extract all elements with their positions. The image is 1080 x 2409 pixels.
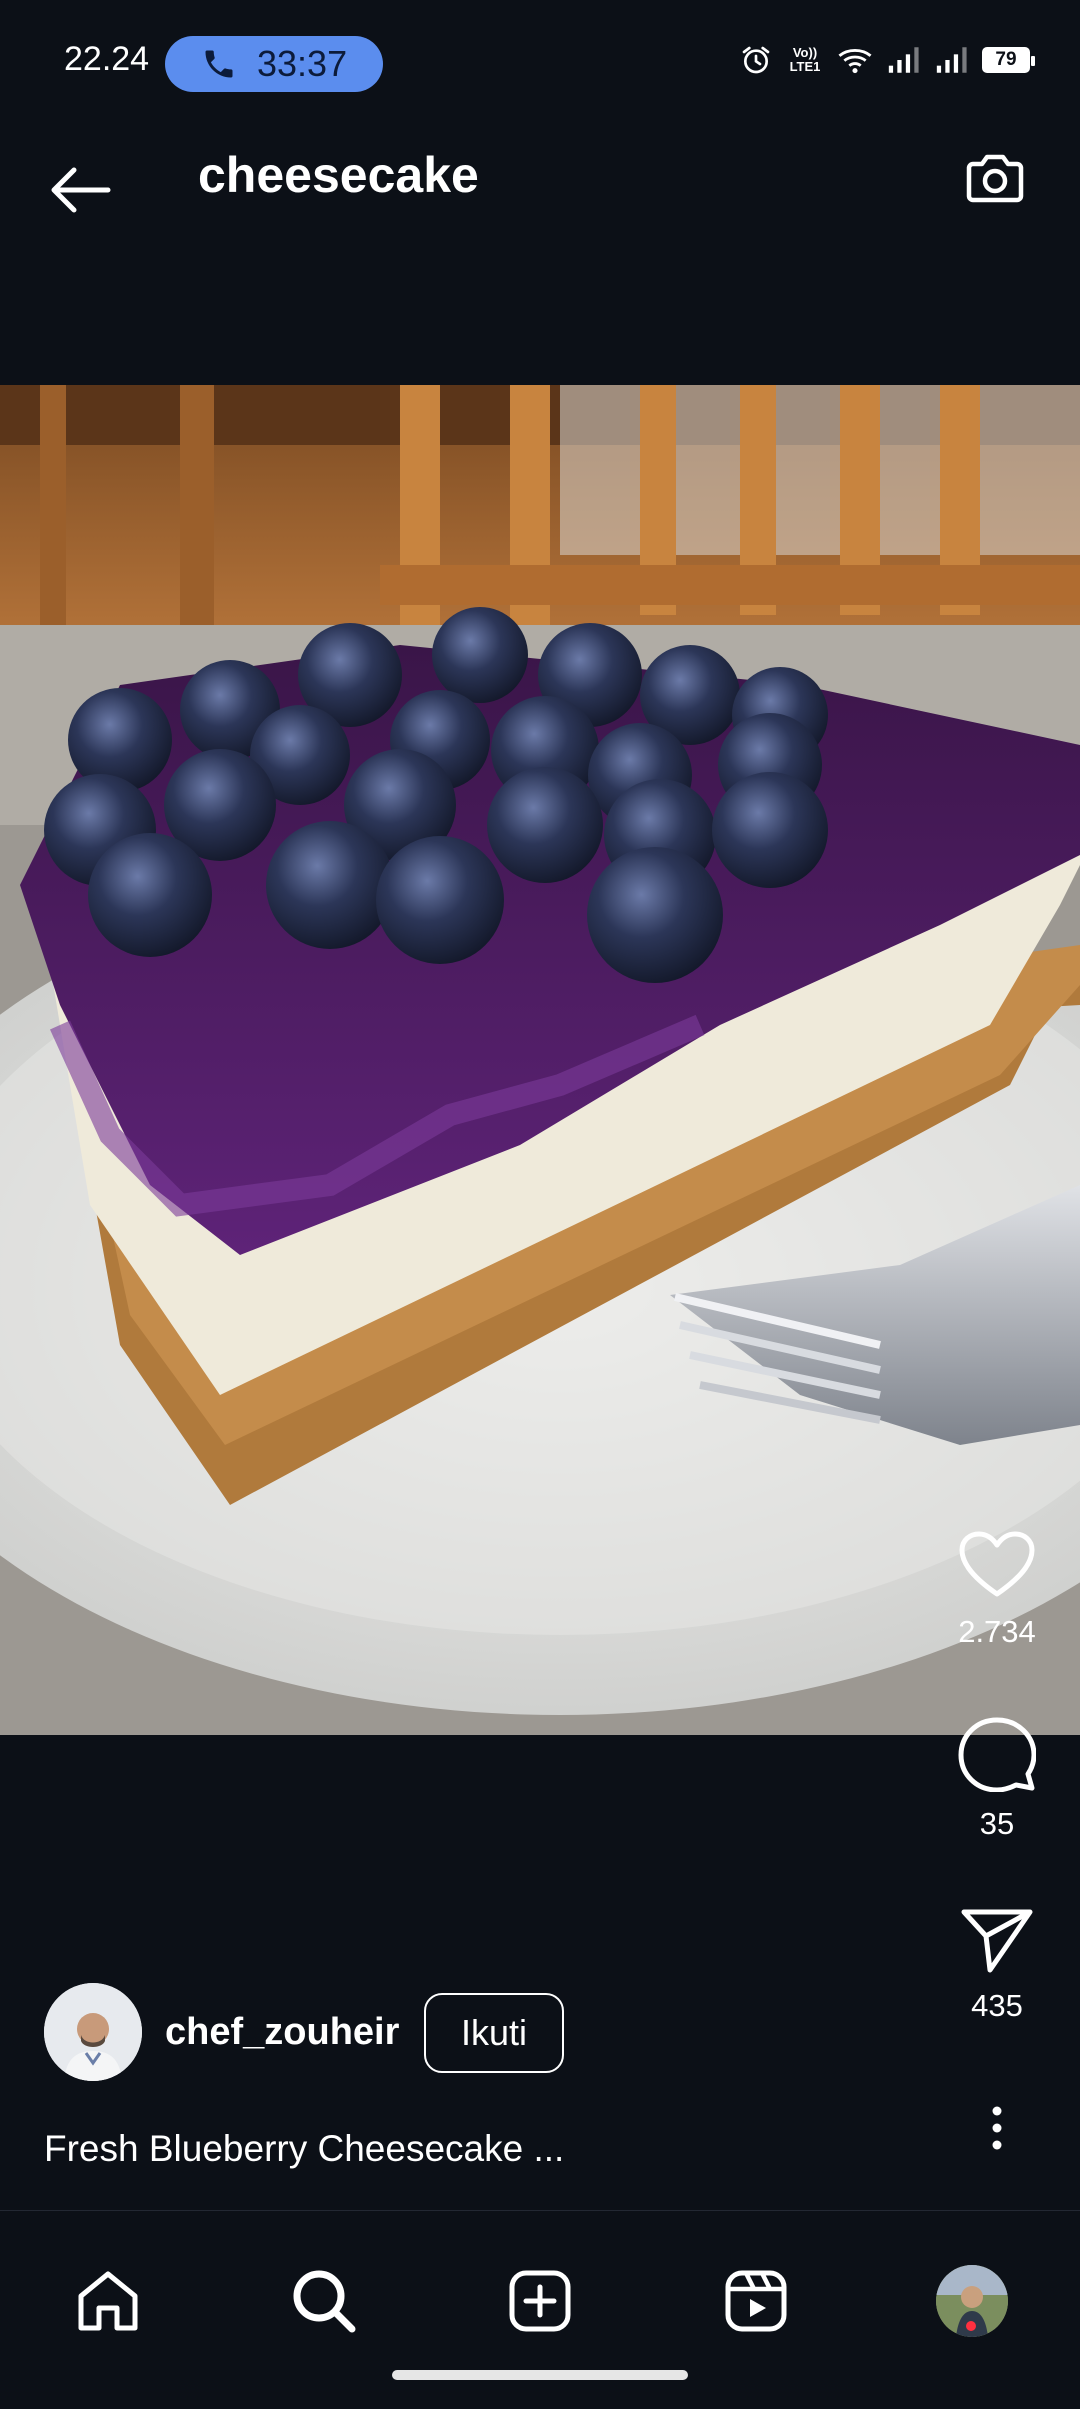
- alarm-icon: [742, 46, 770, 74]
- phone-icon: [205, 50, 233, 78]
- search-icon: [293, 2270, 356, 2333]
- status-icons: Vo)) LTE1 79: [740, 44, 1035, 76]
- camera-button[interactable]: [950, 140, 1040, 220]
- chef-avatar-image: [44, 1983, 142, 2081]
- ongoing-call-pill[interactable]: 33:37: [165, 36, 383, 92]
- battery-icon: 79: [982, 47, 1035, 73]
- like-action[interactable]: 2.734: [950, 1530, 1044, 1650]
- nav-reels[interactable]: [706, 2251, 806, 2351]
- nav-search[interactable]: [274, 2251, 374, 2351]
- more-options-button[interactable]: [970, 2100, 1024, 2156]
- comment-icon: [958, 1717, 1036, 1792]
- share-count: 435: [971, 1988, 1023, 2023]
- post-caption[interactable]: Fresh Blueberry Cheesecake ...: [44, 2128, 564, 2170]
- home-indicator[interactable]: [392, 2370, 688, 2380]
- volte-label: Vo)) LTE1: [789, 45, 821, 74]
- like-count: 2.734: [958, 1614, 1036, 1649]
- heart-icon: [959, 1531, 1035, 1597]
- share-action[interactable]: 435: [950, 1908, 1044, 2024]
- notification-dot: [966, 2321, 976, 2331]
- cheesecake-photo: [0, 385, 1080, 1735]
- call-duration: 33:37: [257, 43, 348, 84]
- arrow-left-icon: [51, 167, 111, 213]
- signal-icon-1: [888, 47, 919, 73]
- nav-home[interactable]: [58, 2251, 158, 2351]
- post-image[interactable]: [0, 385, 1080, 1735]
- reels-icon: [725, 2270, 787, 2332]
- wifi-icon: [838, 49, 872, 74]
- more-vertical-icon: [992, 2106, 1002, 2150]
- create-icon: [509, 2270, 571, 2332]
- nav-create[interactable]: [490, 2251, 590, 2351]
- author-username[interactable]: chef_zouheir: [165, 2011, 399, 2054]
- nav-profile[interactable]: [922, 2251, 1022, 2351]
- back-button[interactable]: [40, 150, 120, 230]
- status-time: 22.24: [64, 40, 150, 78]
- comment-action[interactable]: 35: [950, 1716, 1044, 1842]
- status-bar: 22.24 33:37 Vo)) LTE1 79: [0, 0, 1080, 100]
- home-icon: [78, 2271, 138, 2331]
- send-icon: [961, 1909, 1033, 1973]
- signal-icon-2: [936, 47, 967, 73]
- page-title: cheesecake: [198, 147, 479, 203]
- comment-count: 35: [979, 1806, 1015, 1841]
- author-avatar[interactable]: [44, 1983, 142, 2081]
- follow-button[interactable]: Ikuti: [424, 1993, 564, 2073]
- camera-icon: [966, 154, 1024, 203]
